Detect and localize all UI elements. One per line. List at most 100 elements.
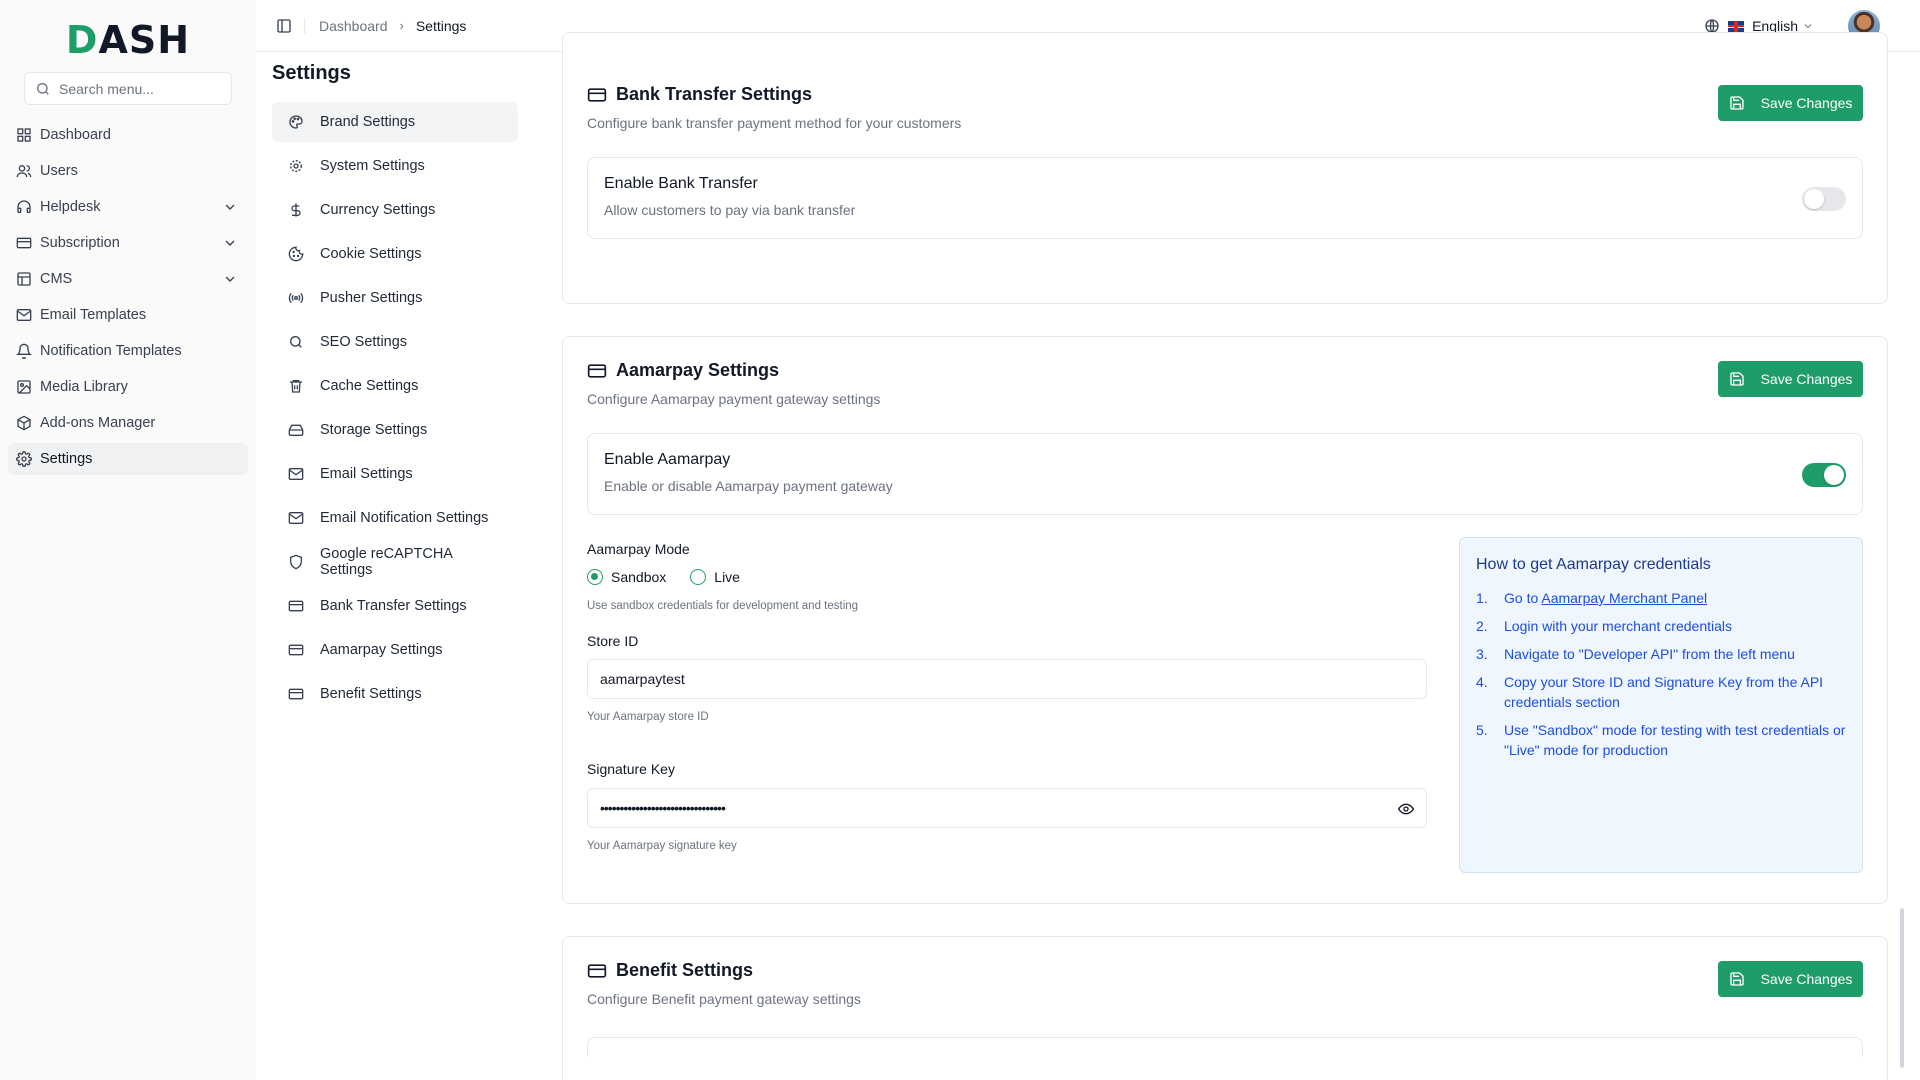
trash-icon (290, 380, 302, 393)
chevron-down-icon[interactable] (222, 235, 238, 251)
step-number: 1. (1476, 590, 1488, 606)
settings-nav-label: Bank Transfer Settings (320, 598, 467, 614)
palette-icon (289, 115, 303, 129)
credentials-info-box: How to get Aamarpay credentials 1. Go to… (1459, 537, 1863, 873)
signature-key-value: •••••••••••••••••••••••••••••••• (600, 800, 726, 816)
radio-live-label[interactable]: Live (714, 569, 740, 585)
step-text: Use "Sandbox" mode for testing with test… (1504, 722, 1846, 758)
step-text: Login with your merchant credentials (1504, 618, 1733, 634)
bank-transfer-card: Bank Transfer Settings Configure bank tr… (562, 32, 1888, 304)
aamarpay-toggle[interactable] (1802, 463, 1846, 487)
save-icon (1729, 96, 1744, 110)
sidebar: DASH Search menu... Dashboard Users Help… (0, 0, 256, 1080)
sidebar-item-label: Dashboard (40, 127, 111, 143)
chevron-down-icon[interactable] (222, 199, 238, 215)
settings-nav-label: Google reCAPTCHA Settings (320, 546, 453, 578)
save-button[interactable]: Save Changes (1718, 361, 1863, 397)
sidebar-item-email-templates[interactable]: Email Templates (8, 299, 248, 331)
layout-icon (17, 272, 31, 286)
sidebar-item-label: Subscription (40, 235, 120, 251)
scrollbar[interactable] (1900, 908, 1904, 1068)
cookie-icon (288, 246, 304, 262)
settings-nav-seo[interactable]: SEO Settings (272, 322, 518, 362)
toggle-title: Enable Aamarpay (604, 451, 731, 468)
store-id-field[interactable]: aamarpaytest (587, 659, 1427, 699)
settings-nav-currency[interactable]: Currency Settings (272, 190, 518, 230)
settings-nav-aamarpay[interactable]: Aamarpay Settings (272, 630, 518, 670)
radio-sandbox[interactable] (587, 569, 603, 585)
sidebar-item-label: Helpdesk (40, 199, 101, 215)
settings-nav-storage[interactable]: Storage Settings (272, 410, 518, 450)
info-title: How to get Aamarpay credentials (1476, 556, 1711, 573)
settings-nav-label: System Settings (320, 158, 425, 174)
radio-sandbox-label[interactable]: Sandbox (611, 569, 666, 585)
settings-nav-email[interactable]: Email Settings (272, 454, 518, 494)
breadcrumb-current: Settings (415, 17, 467, 34)
toggle-title: Enable Bank Transfer (604, 175, 758, 192)
radio-live[interactable] (690, 569, 707, 585)
bell-icon (16, 343, 32, 359)
sidebar-item-addons-manager[interactable]: Add-ons Manager (8, 407, 248, 439)
sidebar-item-subscription[interactable]: Subscription (8, 227, 248, 259)
save-icon (1729, 972, 1744, 986)
sidebar-item-notification-templates[interactable]: Notification Templates (8, 335, 248, 367)
sidebar-item-label: Users (40, 163, 78, 179)
step-text: Navigate to "Developer API" from the lef… (1504, 646, 1795, 662)
sidebar-item-media-library[interactable]: Media Library (8, 371, 248, 403)
save-button[interactable]: Save Changes (1718, 961, 1863, 997)
settings-nav-label: Brand Settings (320, 114, 416, 130)
broadcast-icon (288, 292, 304, 304)
settings-nav-system[interactable]: System Settings (272, 146, 518, 186)
settings-nav-recaptcha[interactable]: Google reCAPTCHA Settings (272, 542, 518, 582)
signature-key-field[interactable]: •••••••••••••••••••••••••••••••• (587, 788, 1427, 828)
card-title-text: Benefit Settings (616, 960, 754, 980)
chevron-right-icon: › (399, 18, 404, 33)
store-id-label: Store ID (587, 633, 639, 649)
sidebar-item-cms[interactable]: CMS (8, 263, 248, 295)
info-step: 2. Login with your merchant credentials (1476, 616, 1846, 636)
settings-nav-email-notification[interactable]: Email Notification Settings (272, 498, 518, 538)
card-title: Bank Transfer Settings (587, 84, 812, 105)
settings-nav-brand[interactable]: Brand Settings (272, 102, 518, 142)
bank-transfer-toggle[interactable] (1802, 187, 1846, 211)
breadcrumb-dashboard[interactable]: Dashboard (319, 18, 388, 34)
step-text: Copy your Store ID and Signature Key fro… (1504, 674, 1824, 710)
settings-nav-cache[interactable]: Cache Settings (272, 366, 518, 406)
mail-icon (288, 512, 304, 524)
save-button-label: Save Changes (1760, 371, 1853, 387)
settings-nav-bank-transfer[interactable]: Bank Transfer Settings (272, 586, 518, 626)
gear-icon (16, 451, 32, 467)
sidebar-item-helpdesk[interactable]: Helpdesk (8, 191, 248, 223)
benefit-card: Benefit Settings Configure Benefit payme… (562, 936, 1888, 1080)
save-button[interactable]: Save Changes (1718, 85, 1863, 121)
sidebar-item-dashboard[interactable]: Dashboard (8, 119, 248, 151)
sidebar-item-users[interactable]: Users (8, 155, 248, 187)
logo[interactable]: DASH (0, 0, 256, 80)
step-number: 4. (1476, 674, 1488, 690)
enable-aamarpay-row: Enable Aamarpay Enable or disable Aamarp… (587, 433, 1863, 515)
search-input[interactable]: Search menu... (24, 72, 232, 105)
card-description: Configure Benefit payment gateway settin… (587, 991, 861, 1007)
merchant-panel-link[interactable]: Aamarpay Merchant Panel (1541, 590, 1707, 606)
toggle-description: Enable or disable Aamarpay payment gatew… (604, 478, 893, 494)
card-title-text: Aamarpay Settings (616, 360, 780, 380)
settings-nav-pusher[interactable]: Pusher Settings (272, 278, 518, 318)
sidebar-toggle-icon[interactable] (276, 18, 292, 34)
signature-key-label: Signature Key (587, 761, 675, 777)
save-icon (1729, 372, 1744, 386)
chevron-down-icon[interactable] (222, 271, 238, 287)
enable-benefit-row (587, 1037, 1863, 1057)
card-title-text: Bank Transfer Settings (616, 84, 813, 104)
sidebar-item-settings[interactable]: Settings (8, 443, 248, 475)
dashboard-icon (17, 128, 31, 142)
shield-icon (290, 554, 302, 570)
eye-icon[interactable] (1398, 801, 1414, 817)
card-icon (16, 237, 32, 249)
save-button-label: Save Changes (1760, 95, 1853, 111)
settings-nav-cookie[interactable]: Cookie Settings (272, 234, 518, 274)
package-icon (17, 415, 31, 431)
info-steps: 1. Go to Aamarpay Merchant Panel 2. Logi… (1476, 588, 1846, 760)
enable-bank-transfer-row: Enable Bank Transfer Allow customers to … (587, 157, 1863, 239)
sidebar-item-label: Add-ons Manager (40, 415, 156, 431)
settings-nav-benefit[interactable]: Benefit Settings (272, 674, 518, 714)
